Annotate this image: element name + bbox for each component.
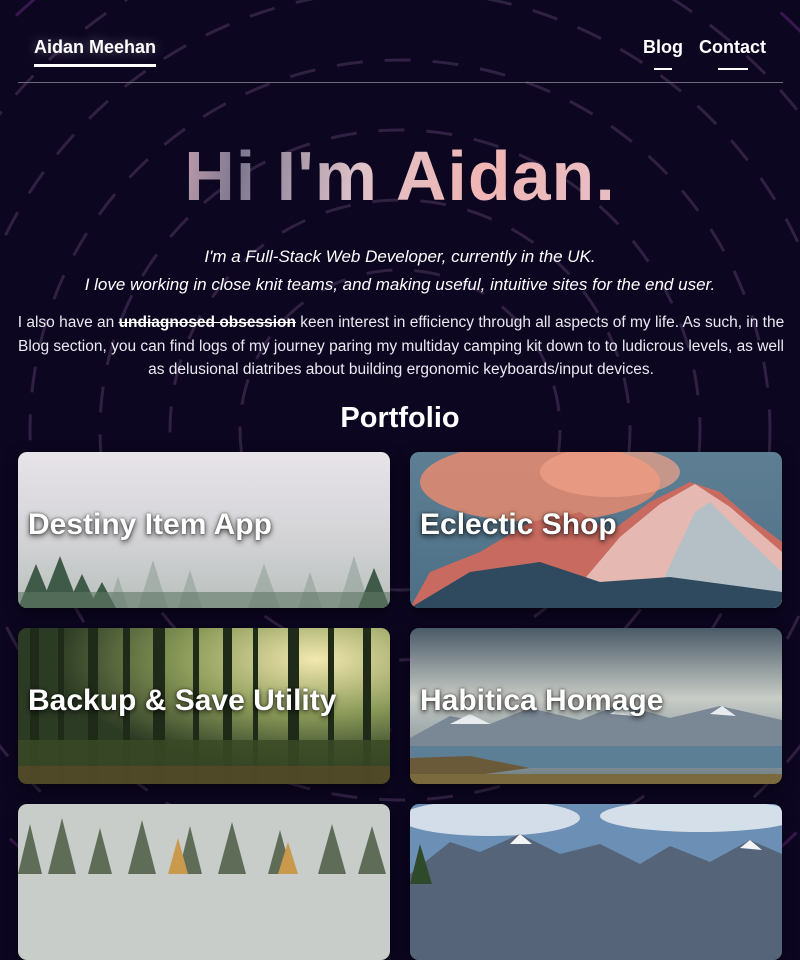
project-card-backup-save-utility[interactable]: Backup & Save Utility — [18, 628, 390, 784]
project-card-destiny-item-app[interactable]: Destiny Item App — [18, 452, 390, 608]
brand-link[interactable]: Aidan Meehan — [34, 37, 157, 67]
nav-contact-link[interactable]: Contact — [699, 37, 766, 64]
lead-line-1: I'm a Full-Stack Web Developer, currentl… — [204, 247, 596, 266]
site-header: Aidan Meehan Blog Contact — [18, 0, 783, 83]
autumn-forest-image — [18, 804, 390, 960]
project-card-5[interactable] — [18, 804, 390, 960]
about-paragraph: I also have an undiagnosed obsession kee… — [16, 311, 786, 382]
project-card-eclectic-shop[interactable]: Eclectic Shop — [410, 452, 782, 608]
project-title: Destiny Item App — [28, 508, 272, 541]
project-card-habitica-homage[interactable]: Habitica Homage — [410, 628, 782, 784]
main-nav: Blog Contact — [643, 37, 766, 64]
nav-blog-link[interactable]: Blog — [643, 37, 683, 64]
hero-title: Hi I'm Aidan. — [0, 136, 800, 216]
project-title: Habitica Homage — [420, 684, 664, 717]
project-title: Eclectic Shop — [420, 508, 617, 541]
project-title: Backup & Save Utility — [28, 684, 337, 717]
hero-lead: I'm a Full-Stack Web Developer, currentl… — [0, 243, 800, 299]
project-card-6[interactable] — [410, 804, 782, 960]
about-prefix: I also have an — [17, 314, 119, 331]
about-strikethrough: undiagnosed obsession — [118, 314, 296, 331]
lead-line-2: I love working in close knit teams, and … — [84, 275, 716, 294]
portfolio-heading: Portfolio — [340, 402, 460, 434]
mountain-sky-image — [410, 804, 782, 960]
